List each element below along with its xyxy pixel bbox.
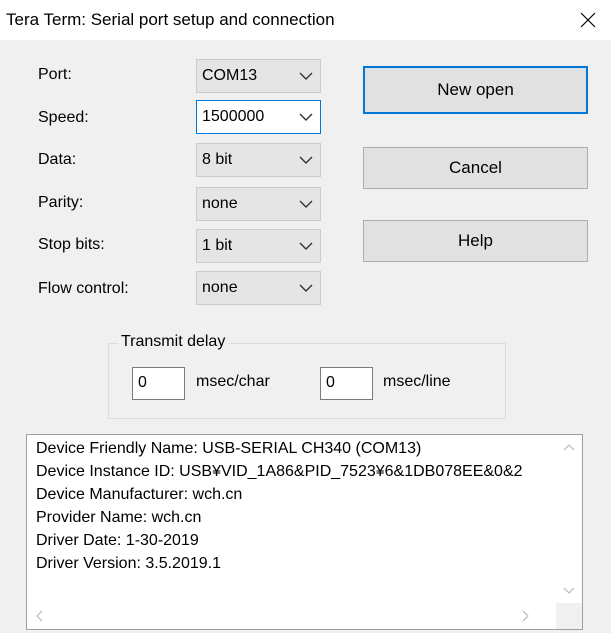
data-label: Data: xyxy=(38,151,77,168)
chevron-down-icon xyxy=(299,242,313,250)
data-select[interactable]: 8 bit xyxy=(196,143,321,177)
scroll-left-icon[interactable] xyxy=(32,608,48,624)
window-title: Tera Term: Serial port setup and connect… xyxy=(6,10,335,29)
msec-char-unit: msec/char xyxy=(196,373,270,390)
chevron-down-icon xyxy=(299,200,313,208)
device-info-line: Driver Version: 3.5.2019.1 xyxy=(36,555,221,572)
device-info-line: Device Friendly Name: USB-SERIAL CH340 (… xyxy=(36,440,422,457)
msec-char-input[interactable]: 0 xyxy=(132,367,185,400)
chevron-down-icon xyxy=(299,72,313,80)
device-info-line: Provider Name: wch.cn xyxy=(36,509,202,526)
data-value: 8 bit xyxy=(202,151,233,168)
port-label: Port: xyxy=(38,66,72,83)
stop-bits-label: Stop bits: xyxy=(38,236,105,253)
chevron-down-icon xyxy=(299,156,313,164)
close-icon xyxy=(580,12,596,28)
speed-value: 1500000 xyxy=(202,108,265,125)
device-info-line: Driver Date: 1-30-2019 xyxy=(36,532,199,549)
msec-line-value: 0 xyxy=(326,374,335,391)
scrollbar-corner xyxy=(556,603,582,629)
msec-char-value: 0 xyxy=(138,374,147,391)
msec-line-input[interactable]: 0 xyxy=(320,367,373,400)
flow-control-value: none xyxy=(202,279,238,296)
speed-label: Speed: xyxy=(38,109,89,126)
transmit-delay-title: Transmit delay xyxy=(118,333,229,351)
msec-line-unit: msec/line xyxy=(383,373,451,390)
parity-select[interactable]: none xyxy=(196,187,321,221)
device-info-line: Device Manufacturer: wch.cn xyxy=(36,486,243,503)
close-button[interactable] xyxy=(565,0,611,40)
chevron-down-icon xyxy=(299,284,313,292)
dialog-body: Port: COM13 Speed: 1500000 Data: 8 bit P… xyxy=(0,40,611,633)
parity-label: Parity: xyxy=(38,194,84,211)
scroll-up-icon[interactable] xyxy=(561,440,577,456)
scroll-down-icon[interactable] xyxy=(561,582,577,598)
device-info-box[interactable]: Device Friendly Name: USB-SERIAL CH340 (… xyxy=(26,434,583,630)
help-button[interactable]: Help xyxy=(363,220,588,262)
scroll-right-icon[interactable] xyxy=(517,608,533,624)
new-open-button[interactable]: New open xyxy=(363,66,588,114)
horizontal-scrollbar[interactable] xyxy=(27,603,557,629)
device-info-line: Device Instance ID: USB¥VID_1A86&PID_752… xyxy=(36,463,523,480)
port-select[interactable]: COM13 xyxy=(196,59,321,93)
cancel-button[interactable]: Cancel xyxy=(363,147,588,189)
vertical-scrollbar[interactable] xyxy=(556,435,582,603)
speed-select[interactable]: 1500000 xyxy=(196,100,321,134)
flow-control-select[interactable]: none xyxy=(196,271,321,305)
title-bar: Tera Term: Serial port setup and connect… xyxy=(0,0,611,40)
stop-bits-select[interactable]: 1 bit xyxy=(196,229,321,263)
port-value: COM13 xyxy=(202,67,258,84)
parity-value: none xyxy=(202,195,238,212)
stop-bits-value: 1 bit xyxy=(202,237,233,254)
chevron-down-icon xyxy=(299,113,313,121)
flow-control-label: Flow control: xyxy=(38,280,129,297)
device-info-text: Device Friendly Name: USB-SERIAL CH340 (… xyxy=(36,437,556,575)
